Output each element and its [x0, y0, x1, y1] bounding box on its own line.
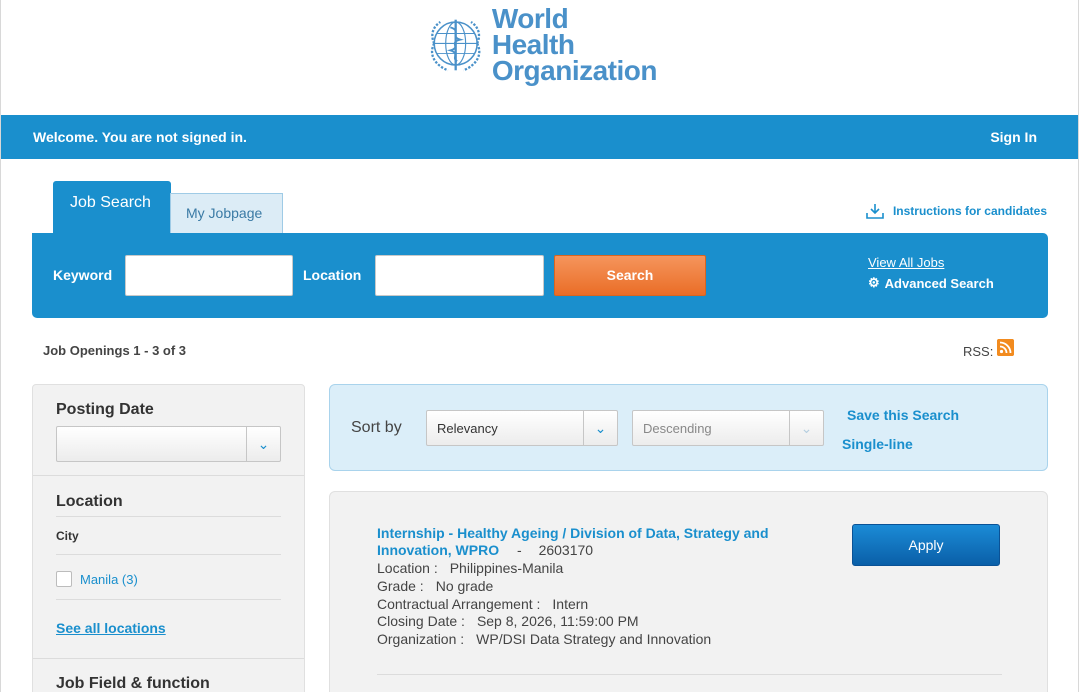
checkbox[interactable]: [56, 571, 72, 587]
sidebar-inner-divider: [56, 554, 281, 555]
keyword-input[interactable]: [125, 255, 293, 296]
location-title: Location: [56, 493, 123, 510]
instructions-link[interactable]: Instructions for candidates: [866, 203, 1047, 219]
who-logo[interactable]: World Health Organization: [425, 3, 658, 86]
job-id-separator: -: [517, 542, 522, 558]
logo-line2: Organization: [491, 55, 658, 86]
job-detail-row: Location : Philippines-Manila: [377, 560, 711, 578]
instructions-label: Instructions for candidates: [892, 204, 1047, 218]
city-label: City: [56, 529, 79, 543]
rss-label: RSS:: [963, 344, 994, 359]
job-detail-key: Grade :: [377, 577, 424, 594]
sidebar-inner-divider: [56, 516, 281, 517]
job-details: Location : Philippines-Manila Grade : No g…: [377, 560, 711, 649]
job-detail-row: Contractual Arrangement : Intern: [377, 596, 711, 614]
location-input[interactable]: [375, 255, 544, 296]
sidebar-inner-divider: [56, 599, 281, 600]
job-card: Internship - Healthy Ageing / Division o…: [329, 491, 1048, 692]
job-detail-key: Organization :: [377, 631, 465, 648]
city-option-manila[interactable]: Manila (3): [56, 571, 138, 587]
sort-field-value: Relevancy: [437, 421, 498, 436]
chevron-down-icon: ⌄: [246, 427, 280, 461]
city-option-label: Manila (3): [80, 571, 138, 587]
welcome-message: Welcome. You are not signed in.: [33, 129, 247, 145]
search-button[interactable]: Search: [554, 255, 706, 296]
job-detail-key: Location :: [377, 560, 438, 576]
sort-field-select[interactable]: Relevancy ⌄: [426, 410, 618, 446]
job-id: - 2603170: [517, 542, 593, 558]
card-divider: [377, 674, 1002, 675]
who-emblem-icon: [430, 19, 481, 72]
see-all-locations-link[interactable]: See all locations: [56, 620, 166, 636]
gear-icon: ⚙: [868, 275, 880, 290]
save-search-link[interactable]: Save this Search: [847, 407, 959, 423]
sidebar-divider: [33, 658, 304, 659]
welcome-bar: Welcome. You are not signed in. Sign In: [1, 115, 1078, 159]
sort-order-value: Descending: [643, 421, 712, 436]
sort-by-label: Sort by: [351, 419, 402, 436]
search-panel: Keyword Location Search View All Jobs ⚙ …: [32, 233, 1048, 318]
job-detail-value: No grade: [435, 577, 494, 594]
single-line-link[interactable]: Single-line: [842, 436, 913, 452]
keyword-label: Keyword: [53, 267, 113, 283]
filter-sidebar: Posting Date ⌄ Location City Manila (3) …: [32, 384, 305, 692]
job-field-title: Job Field & function: [56, 675, 210, 692]
job-detail-key: Closing Date :: [377, 613, 465, 630]
rss-link[interactable]: RSS:: [963, 339, 1015, 359]
posting-date-select[interactable]: ⌄: [56, 426, 281, 462]
view-all-jobs-link[interactable]: View All Jobs: [868, 255, 944, 270]
job-detail-value: Intern: [552, 595, 589, 612]
chevron-down-icon: ⌄: [583, 411, 617, 445]
sidebar-divider: [33, 475, 304, 476]
rss-icon: [997, 339, 1015, 356]
job-detail-value: WP/DSI Data Strategy and Innovation: [476, 631, 712, 648]
apply-button[interactable]: Apply: [852, 524, 1000, 566]
job-detail-row: Grade : No grade: [377, 578, 711, 596]
logo-wordmark: World Health Organization: [491, 3, 658, 86]
sort-bar: Sort by Relevancy ⌄ Descending ⌄ Save th…: [329, 384, 1048, 471]
chevron-down-icon: ⌄: [789, 411, 823, 445]
job-detail-key: Contractual Arrangement :: [377, 595, 541, 612]
advanced-search-link[interactable]: ⚙ Advanced Search: [868, 275, 994, 291]
job-id-value: 2603170: [538, 542, 594, 558]
job-detail-value: Sep 8, 2026, 11:59:00 PM: [476, 613, 639, 630]
job-detail-row: Closing Date : Sep 8, 2026, 11:59:00 PM: [377, 613, 711, 631]
logo-line1: World Health: [491, 3, 575, 60]
job-detail-value: Philippines-Manila: [449, 560, 564, 576]
tab-my-jobpage[interactable]: My Jobpage: [170, 193, 283, 234]
sign-in-link[interactable]: Sign In: [990, 129, 1037, 145]
job-detail-row: Organization : WP/DSI Data Strategy and I…: [377, 631, 711, 649]
posting-date-title: Posting Date: [56, 401, 154, 418]
download-icon: [866, 204, 884, 219]
advanced-search-label: Advanced Search: [884, 275, 994, 291]
tab-job-search[interactable]: Job Search: [53, 181, 171, 234]
sort-order-select[interactable]: Descending ⌄: [632, 410, 824, 446]
job-openings-count: Job Openings 1 - 3 of 3: [43, 343, 187, 358]
location-label: Location: [303, 267, 362, 283]
